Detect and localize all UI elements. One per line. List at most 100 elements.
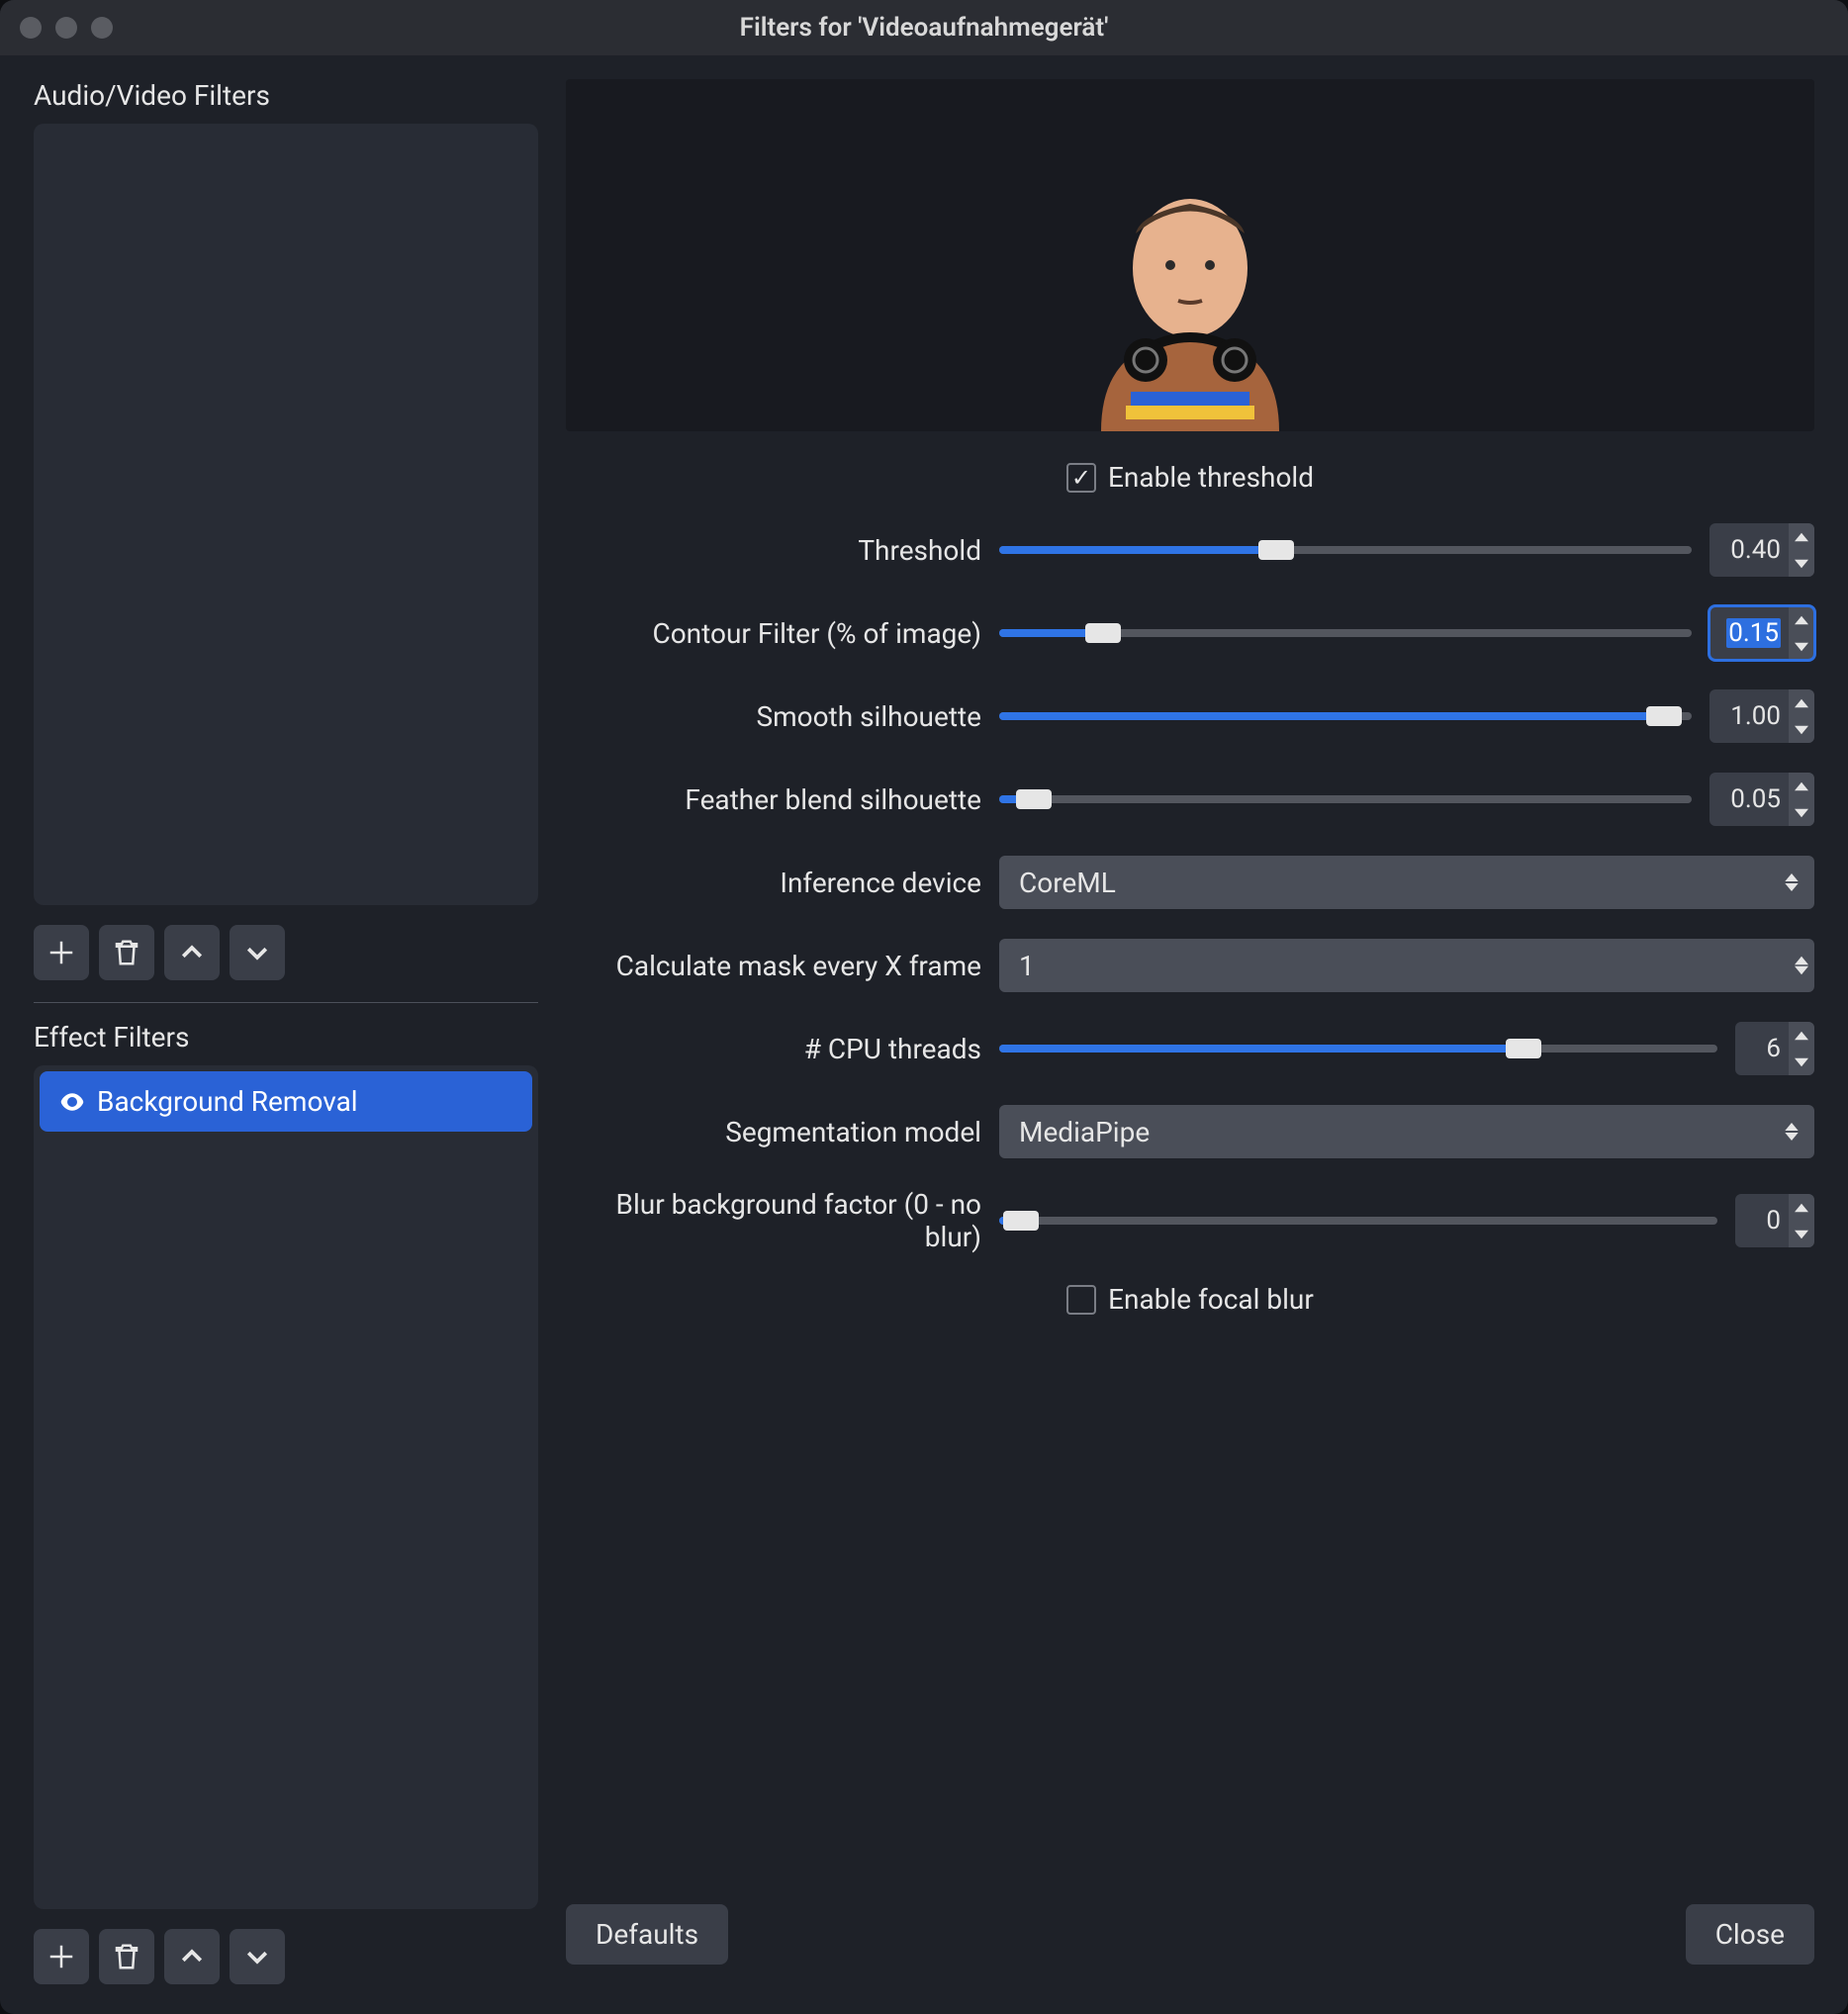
cpu-threads-label: # CPU threads: [566, 1033, 981, 1065]
mask-frame-step-up[interactable]: [1789, 956, 1814, 965]
mask-frame-value: 1: [1019, 950, 1035, 982]
add-fx-filter-button[interactable]: [34, 1929, 89, 1984]
threshold-label: Threshold: [566, 534, 981, 567]
blur-factor-slider[interactable]: [999, 1206, 1717, 1236]
eye-icon: [57, 1087, 87, 1117]
sidebar-divider: [34, 1002, 538, 1003]
remove-av-filter-button[interactable]: [99, 925, 154, 980]
inference-device-label: Inference device: [566, 867, 981, 899]
smooth-row: Smooth silhouette 1.00: [566, 689, 1814, 743]
feather-label: Feather blend silhouette: [566, 783, 981, 816]
cpu-threads-slider[interactable]: [999, 1034, 1717, 1063]
trash-icon: [112, 1942, 141, 1971]
cpu-threads-spinbox[interactable]: 6: [1735, 1022, 1814, 1075]
contour-row: Contour Filter (% of image) 0.15: [566, 606, 1814, 660]
threshold-slider[interactable]: [999, 535, 1692, 565]
enable-threshold-row: Enable threshold: [566, 461, 1814, 494]
fx-filters-buttons: [34, 1929, 538, 1984]
footer: Defaults Close: [566, 1894, 1814, 1965]
feather-spinbox[interactable]: 0.05: [1709, 773, 1814, 826]
threshold-spinbox[interactable]: 0.40: [1709, 523, 1814, 577]
chevron-down-icon: [242, 1942, 272, 1971]
seg-model-label: Segmentation model: [566, 1116, 981, 1148]
feather-row: Feather blend silhouette 0.05: [566, 773, 1814, 826]
window-controls: [20, 17, 113, 39]
mask-frame-label: Calculate mask every X frame: [566, 950, 981, 982]
inference-device-row: Inference device CoreML: [566, 856, 1814, 909]
feather-step-down[interactable]: [1789, 799, 1814, 826]
enable-focal-blur-checkbox[interactable]: [1066, 1285, 1096, 1315]
fx-filters-list[interactable]: Background Removal: [34, 1065, 538, 1909]
close-window-icon[interactable]: [20, 17, 42, 39]
filters-window: Filters for 'Videoaufnahmegerät' Audio/V…: [0, 0, 1848, 2014]
window-title: Filters for 'Videoaufnahmegerät': [0, 13, 1848, 43]
move-av-filter-up-button[interactable]: [164, 925, 220, 980]
blur-factor-value: 0: [1766, 1206, 1781, 1236]
close-button[interactable]: Close: [1686, 1904, 1814, 1965]
seg-model-row: Segmentation model MediaPipe: [566, 1105, 1814, 1158]
smooth-step-down[interactable]: [1789, 716, 1814, 743]
cpu-threads-step-down[interactable]: [1789, 1049, 1814, 1075]
smooth-spinbox[interactable]: 1.00: [1709, 689, 1814, 743]
smooth-label: Smooth silhouette: [566, 700, 981, 733]
maximize-window-icon[interactable]: [91, 17, 113, 39]
remove-fx-filter-button[interactable]: [99, 1929, 154, 1984]
chevron-up-icon: [177, 938, 207, 967]
contour-label: Contour Filter (% of image): [566, 617, 981, 650]
av-filters-list[interactable]: [34, 124, 538, 905]
blur-factor-step-up[interactable]: [1789, 1194, 1814, 1221]
contour-value: 0.15: [1726, 618, 1781, 648]
av-filters-label: Audio/Video Filters: [34, 79, 538, 112]
move-av-filter-down-button[interactable]: [230, 925, 285, 980]
blur-factor-spinbox[interactable]: 0: [1735, 1194, 1814, 1247]
plus-icon: [46, 938, 76, 967]
threshold-value: 0.40: [1730, 535, 1781, 565]
move-fx-filter-up-button[interactable]: [164, 1929, 220, 1984]
contour-step-up[interactable]: [1789, 606, 1814, 633]
inference-device-value: CoreML: [1019, 867, 1116, 899]
add-av-filter-button[interactable]: [34, 925, 89, 980]
chevron-up-icon: [177, 1942, 207, 1971]
fx-filters-label: Effect Filters: [34, 1021, 538, 1053]
inference-device-dropdown[interactable]: CoreML: [999, 856, 1814, 909]
blur-factor-label: Blur background factor (0 - no blur): [566, 1188, 981, 1253]
seg-model-dropdown[interactable]: MediaPipe: [999, 1105, 1814, 1158]
cpu-threads-value: 6: [1766, 1034, 1781, 1063]
titlebar: Filters for 'Videoaufnahmegerät': [0, 0, 1848, 55]
threshold-row: Threshold 0.40: [566, 523, 1814, 577]
contour-step-down[interactable]: [1789, 633, 1814, 660]
mask-frame-step-down[interactable]: [1789, 965, 1814, 975]
threshold-step-down[interactable]: [1789, 550, 1814, 577]
window-body: Audio/Video Filters Effect Filters: [0, 55, 1848, 2014]
blur-factor-row: Blur background factor (0 - no blur) 0: [566, 1188, 1814, 1253]
trash-icon: [112, 938, 141, 967]
smooth-step-up[interactable]: [1789, 689, 1814, 716]
preview-area: [566, 79, 1814, 431]
smooth-slider[interactable]: [999, 701, 1692, 731]
mask-frame-row: Calculate mask every X frame 1: [566, 939, 1814, 992]
threshold-step-up[interactable]: [1789, 523, 1814, 550]
feather-slider[interactable]: [999, 784, 1692, 814]
main-panel: Enable threshold Threshold 0.40: [566, 79, 1814, 1984]
enable-threshold-label: Enable threshold: [1108, 461, 1314, 494]
av-filters-buttons: [34, 925, 538, 980]
fx-filter-item-background-removal[interactable]: Background Removal: [40, 1071, 532, 1132]
move-fx-filter-down-button[interactable]: [230, 1929, 285, 1984]
defaults-button[interactable]: Defaults: [566, 1904, 728, 1965]
blur-factor-step-down[interactable]: [1789, 1221, 1814, 1247]
fx-filter-item-label: Background Removal: [97, 1085, 358, 1118]
cpu-threads-step-up[interactable]: [1789, 1022, 1814, 1049]
contour-slider[interactable]: [999, 618, 1692, 648]
feather-value: 0.05: [1730, 784, 1781, 814]
filter-settings: Enable threshold Threshold 0.40: [566, 431, 1814, 1984]
minimize-window-icon[interactable]: [55, 17, 77, 39]
mask-frame-stepper[interactable]: 1: [999, 939, 1814, 992]
enable-focal-blur-label: Enable focal blur: [1108, 1283, 1314, 1316]
sidebar: Audio/Video Filters Effect Filters: [34, 79, 538, 1984]
enable-threshold-checkbox[interactable]: [1066, 463, 1096, 493]
contour-spinbox[interactable]: 0.15: [1709, 606, 1814, 660]
dropdown-arrows-icon: [1779, 1123, 1804, 1141]
plus-icon: [46, 1942, 76, 1971]
dropdown-arrows-icon: [1779, 873, 1804, 891]
feather-step-up[interactable]: [1789, 773, 1814, 799]
